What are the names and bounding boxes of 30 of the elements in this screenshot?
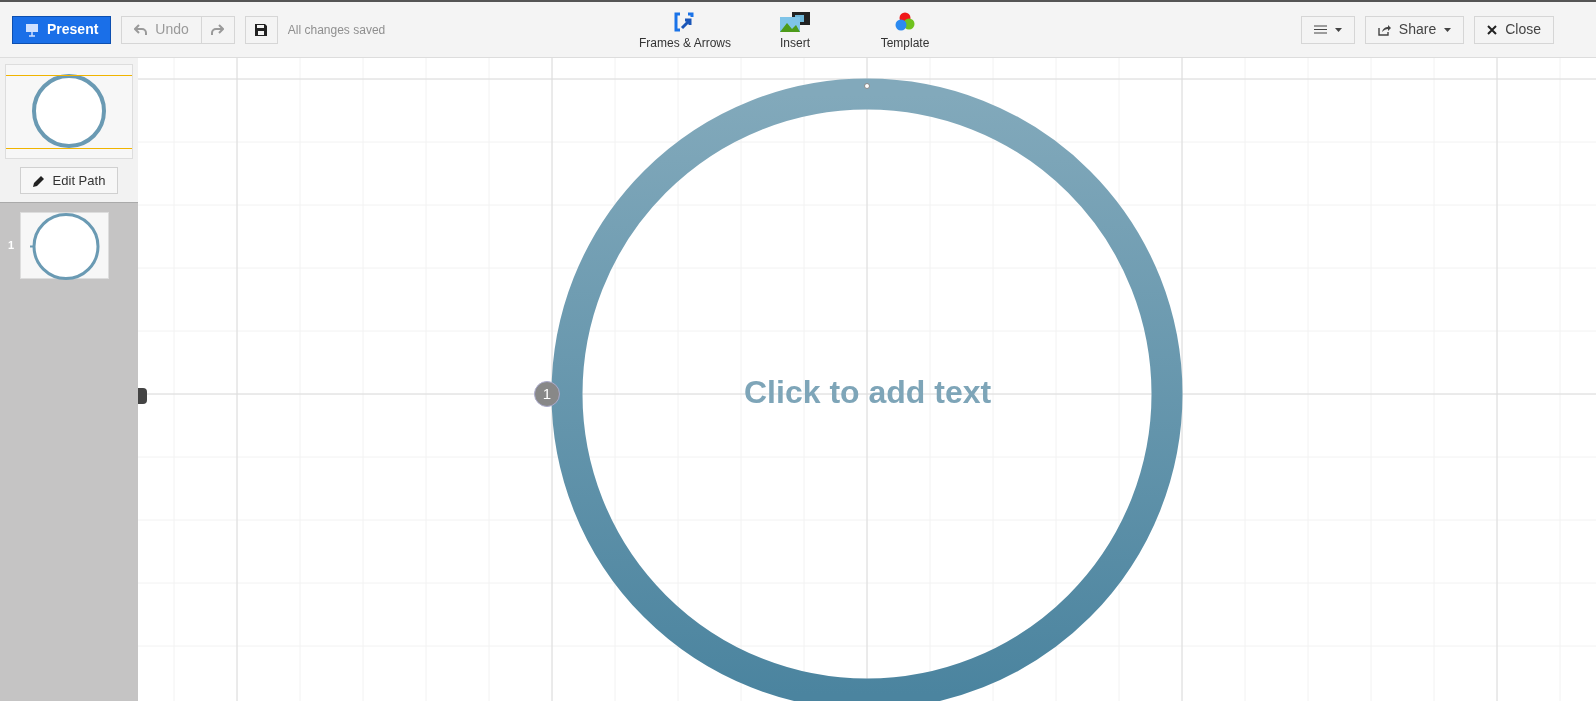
undo-icon xyxy=(134,23,148,36)
toolbar-tool-button[interactable]: Insert xyxy=(740,12,850,52)
image-film-icon xyxy=(780,12,810,32)
caret-icon xyxy=(1444,27,1452,32)
toolbar-tool-button[interactable]: Frames & Arrows xyxy=(630,12,740,52)
close-button[interactable]: Close xyxy=(1474,15,1554,44)
slide-thumbnail[interactable] xyxy=(20,212,110,279)
menu-icon xyxy=(1313,25,1327,34)
overview-thumbnail[interactable] xyxy=(5,64,133,159)
redo-button[interactable] xyxy=(201,15,235,44)
present-button[interactable]: Present xyxy=(12,15,112,44)
resize-handle[interactable] xyxy=(864,83,870,89)
save-status: All changes saved xyxy=(287,21,386,39)
menu-button[interactable] xyxy=(1300,15,1355,44)
redo-icon xyxy=(211,23,225,36)
color-circles-icon xyxy=(894,12,916,32)
save-button[interactable] xyxy=(244,15,278,44)
toolbar-tool-button[interactable]: Template xyxy=(850,12,960,52)
panel-resize-handle[interactable] xyxy=(138,388,147,404)
path-marker[interactable]: 1 xyxy=(534,381,560,407)
presentation-icon xyxy=(25,22,39,37)
slide-number: 1 xyxy=(8,238,15,254)
share-icon xyxy=(1377,23,1391,36)
edit-path-button[interactable]: Edit Path xyxy=(19,167,119,194)
close-icon xyxy=(1487,24,1498,35)
caret-icon xyxy=(1334,27,1342,32)
circle-frame-drawing[interactable] xyxy=(551,78,1183,701)
share-button[interactable]: Share xyxy=(1364,15,1465,44)
frame-arrow-icon xyxy=(674,12,696,32)
pencil-icon xyxy=(32,174,45,187)
